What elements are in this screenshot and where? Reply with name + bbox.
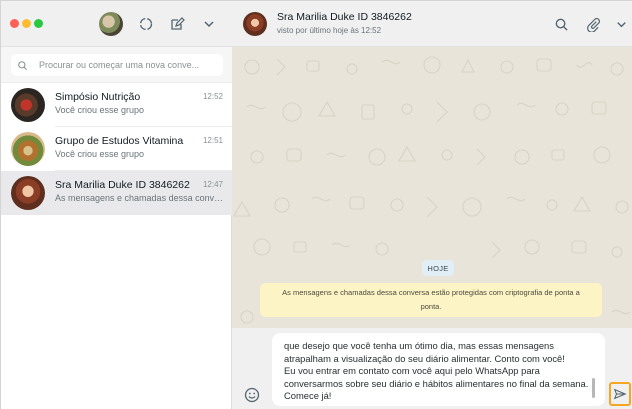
search-input[interactable]: [33, 60, 215, 70]
send-button[interactable]: [609, 382, 631, 406]
encryption-notice[interactable]: As mensagens e chamadas dessa conversa e…: [260, 283, 602, 317]
sidebar-header: [1, 1, 232, 47]
new-chat-icon[interactable]: [168, 15, 186, 33]
search-bar: [1, 47, 232, 83]
sidebar: Simpósio Nutrição 12:52 Você criou esse …: [1, 1, 232, 409]
search-icon: [11, 54, 33, 76]
contact-avatar[interactable]: [243, 12, 267, 36]
window-zoom-button[interactable]: [34, 19, 43, 28]
search-icon[interactable]: [552, 15, 570, 33]
chat-list-item-selected[interactable]: Sra Marilia Duke ID 3846262 12:47 As men…: [1, 171, 232, 215]
chat-list-item[interactable]: Simpósio Nutrição 12:52 Você criou esse …: [1, 83, 232, 127]
compose-footer: que desejo que você tenha um ótimo dia, …: [232, 328, 632, 409]
my-profile-avatar[interactable]: [99, 12, 123, 36]
chat-preview: Você criou esse grupo: [55, 149, 145, 159]
chat-list-item[interactable]: Grupo de Estudos Vitamina 12:51 Você cri…: [1, 127, 232, 171]
send-icon: [613, 388, 627, 400]
status-icon[interactable]: [137, 15, 155, 33]
search-box: [11, 54, 223, 76]
emoji-icon[interactable]: [244, 387, 260, 403]
chevron-down-icon[interactable]: [612, 15, 630, 33]
chat-name: Grupo de Estudos Vitamina: [55, 135, 184, 147]
chat-name: Simpósio Nutrição: [55, 91, 141, 103]
chat-avatar: [11, 176, 45, 210]
whatsapp-window: Simpósio Nutrição 12:52 Você criou esse …: [0, 0, 632, 409]
chat-preview: Você criou esse grupo: [55, 105, 145, 115]
last-seen-status: visto por último hoje às 12:52: [277, 26, 382, 35]
compose-scrollbar[interactable]: [592, 378, 595, 398]
message-input[interactable]: que desejo que você tenha um ótimo dia, …: [272, 333, 605, 406]
chat-avatar: [11, 88, 45, 122]
conversation-header[interactable]: Sra Marilia Duke ID 3846262 visto por úl…: [232, 1, 632, 47]
chat-preview: As mensagens e chamadas dessa conversa e…: [55, 193, 225, 203]
chat-time: 12:52: [202, 92, 223, 101]
window-minimize-button[interactable]: [22, 19, 31, 28]
chat-avatar: [11, 132, 45, 166]
chat-name: Sra Marilia Duke ID 3846262: [55, 179, 190, 191]
date-chip: HOJE: [422, 260, 454, 276]
contact-name[interactable]: Sra Marilia Duke ID 3846262: [277, 11, 412, 23]
chat-time: 12:47: [202, 180, 223, 189]
message-area[interactable]: HOJE As mensagens e chamadas dessa conve…: [232, 47, 632, 328]
conversation-panel: Sra Marilia Duke ID 3846262 visto por úl…: [232, 1, 632, 409]
chevron-down-icon[interactable]: [200, 15, 218, 33]
paperclip-icon[interactable]: [584, 15, 602, 33]
chat-time: 12:51: [202, 136, 223, 145]
window-close-button[interactable]: [10, 19, 19, 28]
